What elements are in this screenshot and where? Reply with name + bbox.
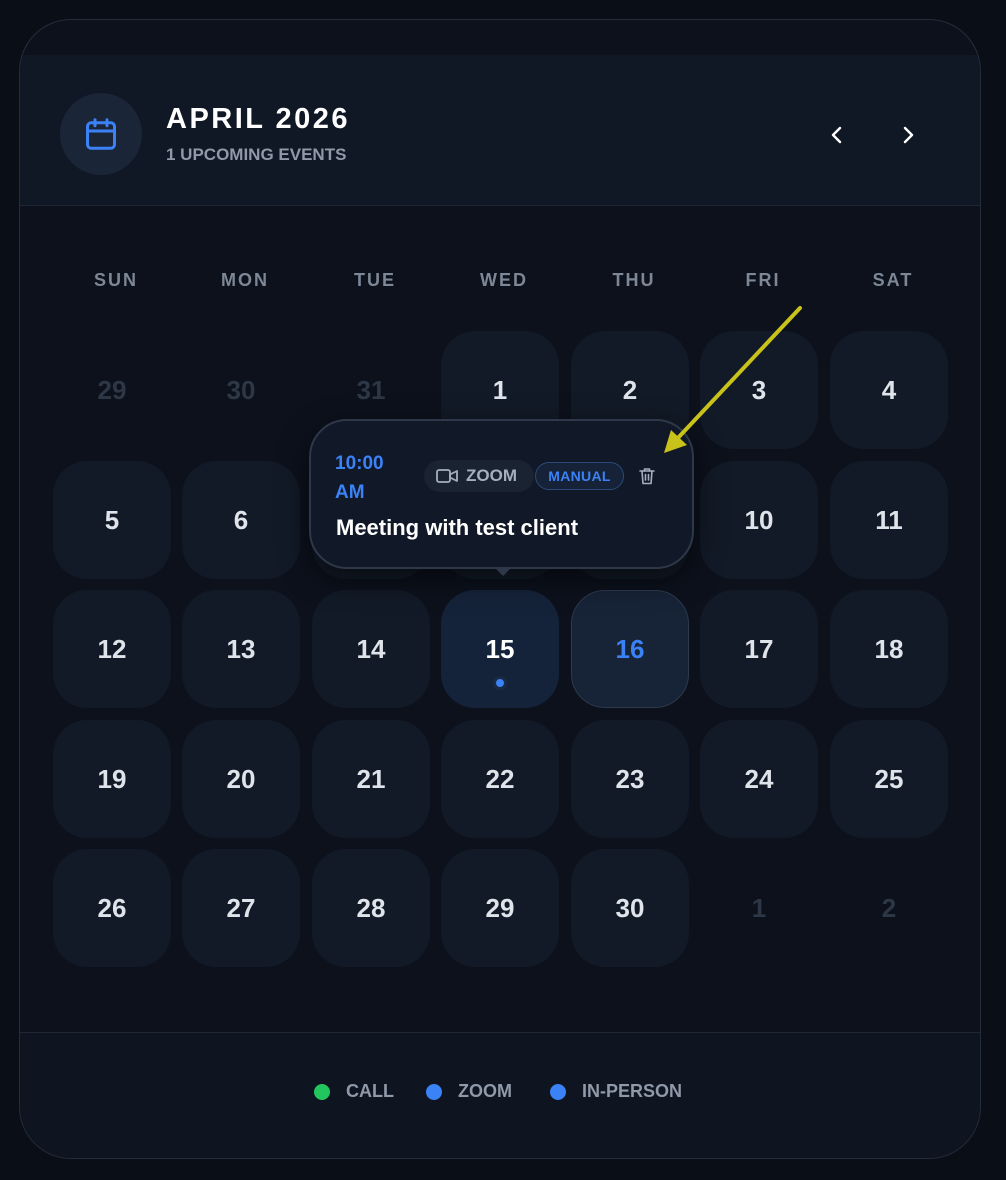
weekday-wed: WED [480, 270, 528, 290]
day-cell-next-month[interactable]: 1 [700, 849, 818, 967]
day-cell[interactable]: 17 [700, 590, 818, 708]
day-cell[interactable]: 24 [700, 720, 818, 838]
day-cell[interactable]: 28 [312, 849, 430, 967]
next-month-button[interactable] [888, 115, 928, 155]
day-cell-prev-month[interactable]: 30 [182, 331, 300, 449]
weekday-sun: SUN [93, 270, 138, 290]
video-icon [436, 469, 458, 483]
day-cell[interactable]: 18 [830, 590, 948, 708]
delete-event-button[interactable] [636, 464, 658, 488]
day-cell[interactable]: 10 [700, 461, 818, 579]
day-cell[interactable]: 19 [53, 720, 171, 838]
day-cell[interactable]: 14 [312, 590, 430, 708]
legend-label: IN-PERSON [582, 1081, 683, 1101]
legend-item-in-person: IN-PERSON [550, 1081, 682, 1102]
event-popover: 10:00 AM ZOOM MANUAL Meeting with test c… [309, 419, 694, 569]
chevron-right-icon [903, 126, 914, 144]
call-dot [314, 1083, 330, 1100]
day-cell[interactable]: 5 [53, 461, 171, 579]
day-cell[interactable]: 25 [830, 720, 948, 838]
day-cell-selected[interactable]: 16 [571, 590, 689, 708]
upcoming-events-count: 1 UPCOMING EVENTS [166, 145, 347, 164]
weekday-thu: THU [612, 270, 656, 290]
day-cell[interactable]: 21 [312, 720, 430, 838]
legend-item-zoom: ZOOM [426, 1081, 512, 1102]
zoom-dot [426, 1083, 442, 1100]
day-cell[interactable]: 23 [571, 720, 689, 838]
calendar-icon [60, 93, 142, 175]
day-cell-prev-month[interactable]: 29 [53, 331, 171, 449]
day-cell[interactable]: 20 [182, 720, 300, 838]
day-cell[interactable]: 29 [441, 849, 559, 967]
previous-month-button[interactable] [817, 115, 857, 155]
day-cell[interactable]: 3 [700, 331, 818, 449]
legend-label: ZOOM [458, 1081, 512, 1101]
day-cell-next-month[interactable]: 2 [830, 849, 948, 967]
event-title: Meeting with test client [336, 515, 579, 540]
calendar-card: APRIL 2026 1 UPCOMING EVENTS SUN MON TUE… [19, 19, 981, 1159]
event-type-chip: ZOOM [424, 460, 534, 492]
event-indicator-dot [493, 676, 507, 690]
day-cell[interactable]: 11 [830, 461, 948, 579]
day-cell[interactable]: 26 [53, 849, 171, 967]
weekday-header-row: SUN MON TUE WED THU FRI SAT [51, 270, 951, 300]
trash-icon [639, 468, 655, 485]
day-cell[interactable]: 30 [571, 849, 689, 967]
day-number: 15 [485, 633, 515, 664]
month-title: APRIL 2026 [166, 103, 351, 135]
day-cell[interactable]: 27 [182, 849, 300, 967]
day-cell[interactable]: 4 [830, 331, 948, 449]
weekday-sat: SAT [872, 270, 914, 290]
event-time: 10:00 AM [335, 453, 384, 503]
day-cell[interactable]: 13 [182, 590, 300, 708]
weekday-mon: MON [221, 270, 269, 290]
day-cell[interactable]: 6 [182, 461, 300, 579]
chevron-left-icon [831, 126, 842, 144]
weekday-fri: FRI [745, 270, 781, 290]
legend-label: CALL [346, 1081, 394, 1101]
day-cell-with-event[interactable]: 15 [441, 590, 559, 708]
event-type-label: ZOOM [466, 466, 517, 485]
calendar-header: APRIL 2026 1 UPCOMING EVENTS [20, 55, 980, 206]
event-source-badge: MANUAL [535, 462, 624, 490]
legend-item-call: CALL [314, 1081, 394, 1102]
day-cell[interactable]: 22 [441, 720, 559, 838]
day-cell[interactable]: 12 [53, 590, 171, 708]
weekday-tue: TUE [354, 270, 396, 290]
in-person-dot [550, 1083, 566, 1100]
popover-pointer [494, 567, 512, 576]
legend-footer: CALL ZOOM IN-PERSON [20, 1032, 980, 1158]
